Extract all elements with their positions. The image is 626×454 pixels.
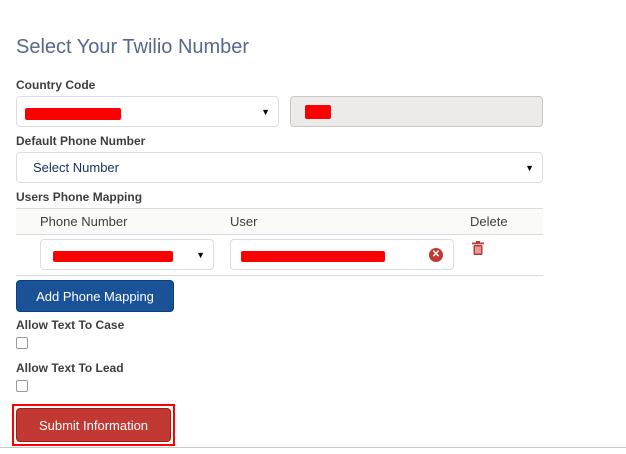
allow-text-to-lead-checkbox[interactable]	[16, 380, 28, 392]
redacted-user-name	[241, 251, 385, 262]
chevron-down-icon: ▼	[525, 162, 534, 173]
redacted-country-code	[25, 108, 121, 120]
country-dial-code-field	[290, 96, 543, 127]
column-user: User	[230, 214, 258, 229]
close-icon[interactable]: ✕	[429, 248, 443, 262]
chevron-down-icon: ▼	[261, 106, 270, 117]
submit-information-button[interactable]: Submit Information	[16, 408, 171, 442]
default-phone-select[interactable]: Select Number ▼	[16, 152, 543, 183]
allow-text-to-case-label: Allow Text To Case	[16, 318, 125, 332]
redacted-phone-number	[53, 251, 173, 262]
allow-text-to-case-checkbox[interactable]	[16, 337, 28, 349]
table-row: ▼ ✕	[16, 235, 543, 276]
trash-icon[interactable]	[472, 241, 484, 255]
divider	[0, 447, 626, 448]
allow-text-to-lead-label: Allow Text To Lead	[16, 361, 124, 375]
phone-mapping-table: Phone Number User Delete ▼ ✕	[16, 208, 543, 276]
redacted-dial-code	[305, 105, 331, 119]
row-phone-number-select[interactable]: ▼	[40, 239, 214, 270]
column-delete: Delete	[470, 214, 508, 229]
page-title: Select Your Twilio Number	[16, 36, 250, 58]
country-code-label: Country Code	[16, 78, 96, 92]
add-phone-mapping-button[interactable]: Add Phone Mapping	[16, 280, 174, 312]
country-code-select[interactable]: ▼	[16, 96, 279, 127]
users-phone-mapping-label: Users Phone Mapping	[16, 190, 143, 204]
default-phone-label: Default Phone Number	[16, 134, 146, 148]
chevron-down-icon: ▼	[196, 249, 205, 260]
column-phone-number: Phone Number	[40, 214, 128, 229]
default-phone-selected: Select Number	[33, 160, 119, 175]
table-header: Phone Number User Delete	[16, 208, 543, 235]
row-user-lookup[interactable]: ✕	[230, 239, 454, 270]
